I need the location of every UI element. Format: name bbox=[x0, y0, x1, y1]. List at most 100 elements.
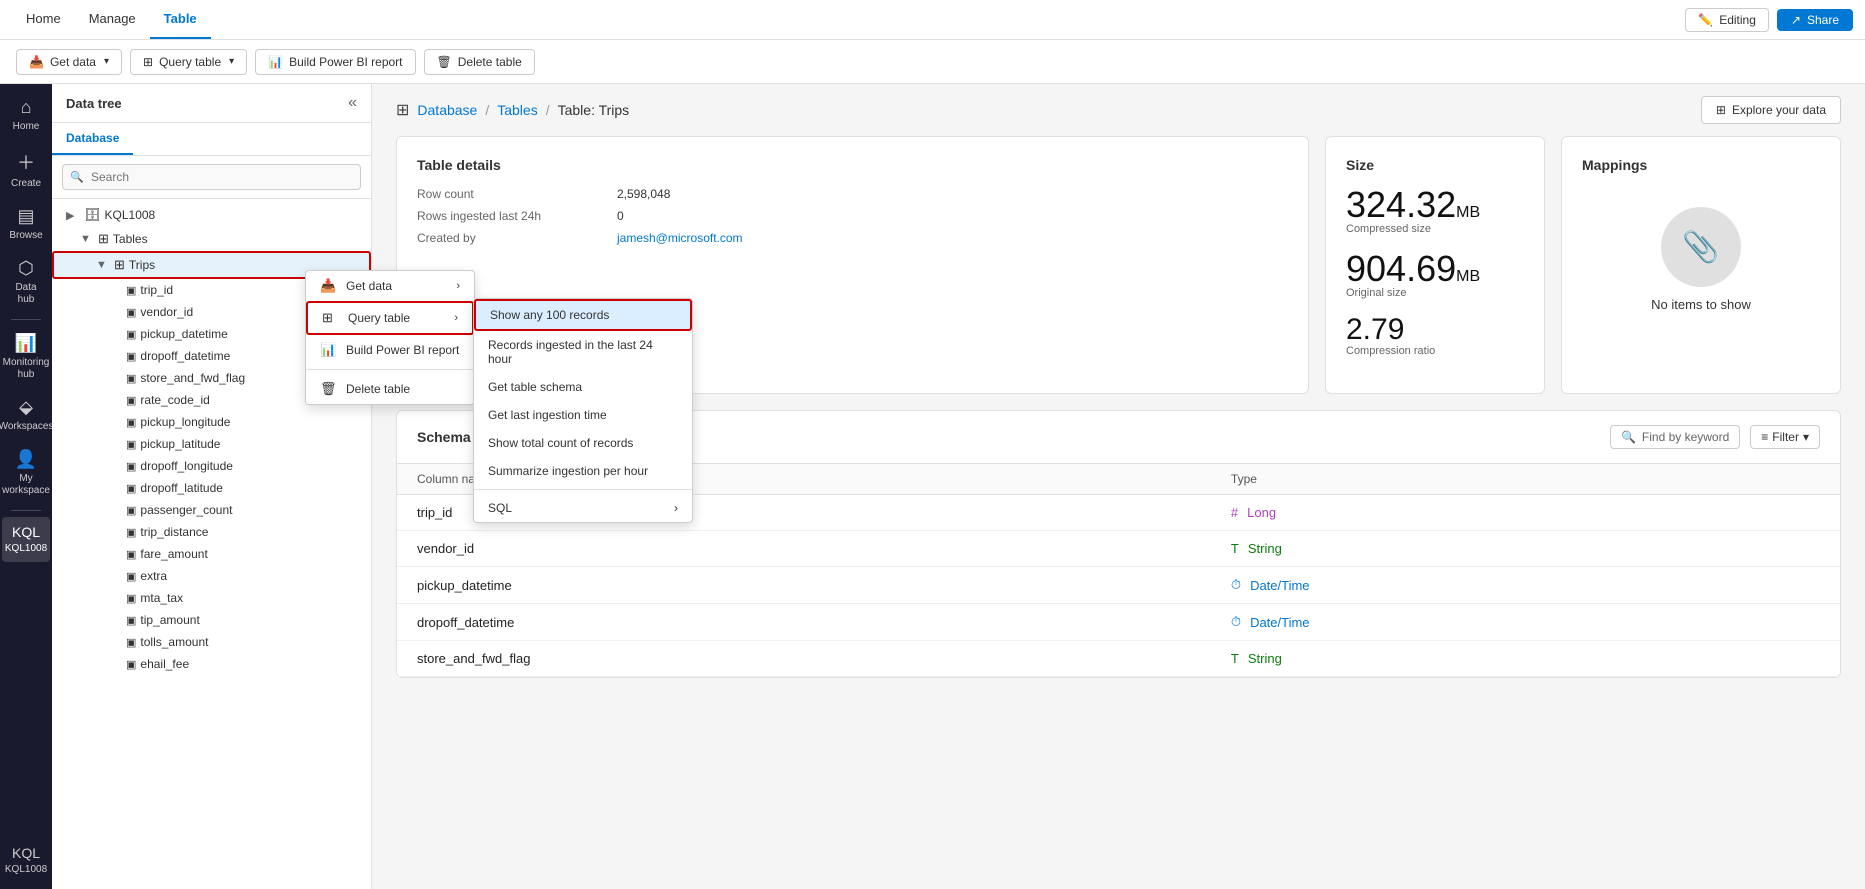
delete-ctx-icon: 🗑 bbox=[320, 381, 338, 397]
ctx-query-table[interactable]: ⊞ Query table › bbox=[306, 301, 474, 335]
sidebar-collapse-button[interactable]: « bbox=[348, 94, 357, 112]
explore-label: Explore your data bbox=[1732, 103, 1826, 117]
get-data-button[interactable]: 📥 Get data ▾ bbox=[16, 49, 122, 75]
nav-datahub-icon[interactable]: ⬡ Data hub bbox=[2, 251, 50, 313]
submenu-last-ingestion[interactable]: Get last ingestion time bbox=[474, 401, 692, 429]
build-report-icon: 📊 bbox=[268, 55, 283, 69]
delete-table-button[interactable]: 🗑 Delete table bbox=[424, 49, 535, 75]
tree-database[interactable]: ▶ 🗄 KQL1008 bbox=[52, 203, 371, 227]
top-nav: Home Manage Table bbox=[12, 0, 211, 39]
nav-kql2-icon[interactable]: KQL KQL1008 bbox=[2, 838, 50, 883]
nav-myworkspace-icon[interactable]: 👤 My workspace bbox=[2, 442, 50, 504]
breadcrumb-sep-2: / bbox=[546, 102, 550, 118]
rows-ingested-label: Rows ingested last 24h bbox=[417, 209, 577, 223]
created-by-value: jamesh@microsoft.com bbox=[617, 231, 743, 245]
nav-divider-1 bbox=[11, 319, 41, 320]
top-bar-right: ✏️ Editing ↗ Share bbox=[1685, 8, 1853, 32]
nav-divider-2 bbox=[11, 510, 41, 511]
editing-badge[interactable]: ✏️ Editing bbox=[1685, 8, 1769, 32]
explore-data-button[interactable]: ⊞ Explore your data bbox=[1701, 96, 1841, 124]
table-row: store_and_fwd_flagTString bbox=[397, 641, 1840, 677]
row-count-label: Row count bbox=[417, 187, 577, 201]
col-type-cell: ⏱Date/Time bbox=[1211, 604, 1840, 641]
ctx-build-report-label: Build Power BI report bbox=[346, 343, 459, 357]
rows-ingested-row: Rows ingested last 24h 0 bbox=[417, 209, 1288, 223]
tree-tip_amount[interactable]: ▣ tip_amount bbox=[52, 609, 371, 631]
ratio-label: Compression ratio bbox=[1346, 345, 1524, 357]
delete-icon: 🗑 bbox=[437, 55, 452, 69]
submenu-total-count-label: Show total count of records bbox=[488, 436, 633, 450]
submenu-sql-label: SQL bbox=[488, 501, 512, 515]
breadcrumb-tables[interactable]: Tables bbox=[497, 102, 537, 118]
tree-ehail_fee[interactable]: ▣ ehail_fee bbox=[52, 653, 371, 675]
tree-dropoff_longitude[interactable]: ▣ dropoff_longitude bbox=[52, 455, 371, 477]
ratio: 2.79 bbox=[1346, 315, 1524, 345]
tree-pickup_latitude[interactable]: ▣ pickup_latitude bbox=[52, 433, 371, 455]
submenu-sql[interactable]: SQL › bbox=[474, 494, 692, 522]
submenu-records-24h[interactable]: Records ingested in the last 24 hour bbox=[474, 331, 692, 373]
ctx-build-report[interactable]: 📊 Build Power BI report bbox=[306, 335, 474, 365]
ctx-query-table-label: Query table bbox=[348, 311, 410, 325]
search-icon: 🔍 bbox=[1621, 430, 1636, 444]
ctx-get-data[interactable]: 📥 Get data › bbox=[306, 271, 474, 301]
tree-tolls_amount[interactable]: ▣ tolls_amount bbox=[52, 631, 371, 653]
breadcrumb-database[interactable]: Database bbox=[417, 102, 477, 118]
sidebar-header: Data tree « bbox=[52, 84, 371, 123]
breadcrumb-icon: ⊞ bbox=[396, 100, 409, 120]
tree-extra[interactable]: ▣ extra bbox=[52, 565, 371, 587]
created-by-label: Created by bbox=[417, 231, 577, 245]
query-table-button[interactable]: ⊞ Query table ▾ bbox=[130, 49, 247, 75]
nav-monitoring-icon[interactable]: 📊 Monitoring hub bbox=[2, 326, 50, 388]
get-data-ctx-icon: 📥 bbox=[320, 278, 338, 294]
search-input[interactable] bbox=[62, 164, 361, 190]
search-wrap bbox=[62, 164, 361, 190]
mappings-empty-label: No items to show bbox=[1651, 297, 1751, 312]
get-data-label: Get data bbox=[50, 55, 96, 69]
find-by-keyword[interactable]: 🔍 Find by keyword bbox=[1610, 425, 1740, 449]
filter-button[interactable]: ≡ Filter ▾ bbox=[1750, 425, 1820, 449]
pencil-icon: ✏️ bbox=[1698, 13, 1713, 27]
original-unit: MB bbox=[1456, 268, 1480, 285]
share-button[interactable]: ↗ Share bbox=[1777, 9, 1853, 31]
nav-home-icon[interactable]: ⌂ Home bbox=[2, 90, 50, 140]
breadcrumb: ⊞ Database / Tables / Table: Trips bbox=[396, 100, 629, 120]
submenu-summarize[interactable]: Summarize ingestion per hour bbox=[474, 457, 692, 485]
nav-kql1-icon[interactable]: KQL KQL1008 bbox=[2, 517, 50, 562]
nav-manage[interactable]: Manage bbox=[75, 0, 150, 39]
tree-pickup_longitude[interactable]: ▣ pickup_longitude bbox=[52, 411, 371, 433]
query-table-ctx-icon: ⊞ bbox=[322, 310, 340, 326]
original-size: 904.69MB bbox=[1346, 251, 1524, 287]
tab-database[interactable]: Database bbox=[52, 123, 133, 155]
col-type-cell: ⏱Date/Time bbox=[1211, 567, 1840, 604]
submenu-show-100-label: Show any 100 records bbox=[490, 308, 609, 322]
tree-fare_amount[interactable]: ▣ fare_amount bbox=[52, 543, 371, 565]
build-report-button[interactable]: 📊 Build Power BI report bbox=[255, 49, 415, 75]
submenu-get-schema[interactable]: Get table schema bbox=[474, 373, 692, 401]
col-name-cell: vendor_id bbox=[397, 531, 1211, 567]
nav-home[interactable]: Home bbox=[12, 0, 75, 39]
row-count-row: Row count 2,598,048 bbox=[417, 187, 1288, 201]
row-count-value: 2,598,048 bbox=[617, 187, 670, 201]
submenu-total-count[interactable]: Show total count of records bbox=[474, 429, 692, 457]
tree-trip_distance[interactable]: ▣ trip_distance bbox=[52, 521, 371, 543]
get-data-icon: 📥 bbox=[29, 55, 44, 69]
nav-create-icon[interactable]: ＋ Create bbox=[2, 142, 50, 197]
table-row: pickup_datetime⏱Date/Time bbox=[397, 567, 1840, 604]
col-name-cell: store_and_fwd_flag bbox=[397, 641, 1211, 677]
nav-icon-sidebar: ⌂ Home ＋ Create ▤ Browse ⬡ Data hub 📊 Mo… bbox=[0, 84, 52, 889]
ctx-divider bbox=[306, 369, 474, 370]
compressed-value: 324.32 bbox=[1346, 184, 1456, 225]
col-name-cell: pickup_datetime bbox=[397, 567, 1211, 604]
nav-browse-icon[interactable]: ▤ Browse bbox=[2, 199, 50, 249]
ctx-get-data-label: Get data bbox=[346, 279, 392, 293]
tree-dropoff_latitude[interactable]: ▣ dropoff_latitude bbox=[52, 477, 371, 499]
submenu-show-100[interactable]: Show any 100 records bbox=[474, 299, 692, 331]
nav-workspaces-icon[interactable]: ⬙ Workspaces bbox=[2, 390, 50, 440]
tree-tables[interactable]: ▼ ⊞ Tables bbox=[52, 227, 371, 251]
compressed-size: 324.32MB bbox=[1346, 187, 1524, 223]
tree-mta_tax[interactable]: ▣ mta_tax bbox=[52, 587, 371, 609]
tree-passenger_count[interactable]: ▣ passenger_count bbox=[52, 499, 371, 521]
ratio-value: 2.79 bbox=[1346, 313, 1404, 346]
ctx-delete-table[interactable]: 🗑 Delete table bbox=[306, 374, 474, 404]
nav-table[interactable]: Table bbox=[150, 0, 211, 39]
